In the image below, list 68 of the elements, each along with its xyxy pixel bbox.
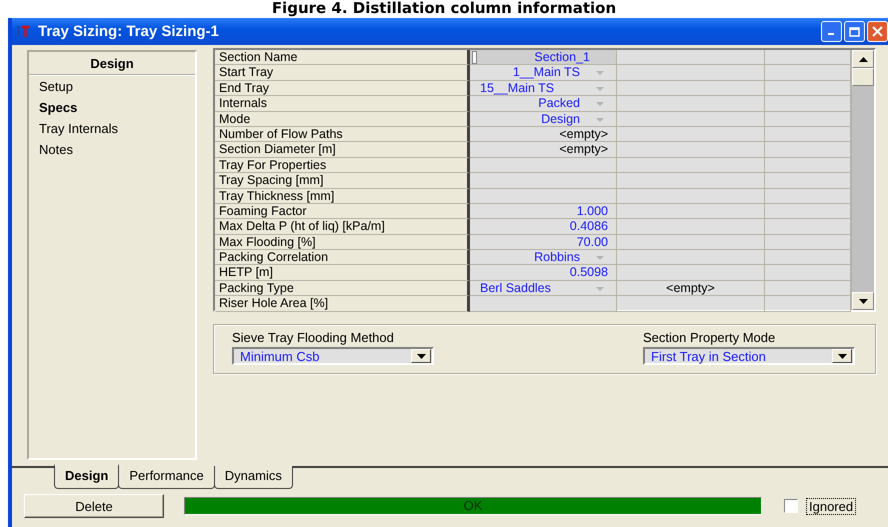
dropdown-field[interactable]: Minimum Csb bbox=[232, 347, 434, 365]
scroll-up-icon[interactable] bbox=[858, 56, 868, 62]
scroll-thumb[interactable] bbox=[852, 68, 874, 86]
checkbox-label[interactable]: Ignored bbox=[806, 498, 856, 514]
checkbox[interactable] bbox=[784, 499, 798, 513]
value-cell[interactable] bbox=[470, 158, 617, 174]
dropdown-field[interactable]: First Tray in Section bbox=[643, 347, 855, 365]
value-cell[interactable] bbox=[470, 296, 617, 312]
row-label: End Tray bbox=[215, 80, 470, 96]
value-cell[interactable]: Berl Saddles bbox=[470, 280, 617, 296]
row-label: Packing Type bbox=[215, 280, 470, 296]
value-cell[interactable]: 15__Main TS bbox=[470, 80, 617, 96]
value-cell[interactable]: 0.4086 bbox=[470, 219, 617, 235]
value-cell[interactable]: 0.5098 bbox=[470, 265, 617, 281]
value-cell[interactable]: Robbins bbox=[470, 250, 617, 266]
value-cell[interactable]: Design bbox=[470, 112, 617, 127]
nav-heading: Design bbox=[29, 52, 195, 76]
nav-item[interactable]: Notes bbox=[31, 140, 193, 160]
dropdown-arrow-icon[interactable] bbox=[416, 354, 426, 358]
field-label: Sieve Tray Flooding Method bbox=[232, 330, 395, 347]
scroll-down-button[interactable] bbox=[852, 292, 874, 310]
close-icon[interactable] bbox=[872, 26, 883, 37]
maximize-button[interactable] bbox=[844, 21, 865, 42]
tab[interactable]: Design bbox=[54, 464, 120, 489]
scrollbar[interactable] bbox=[851, 50, 874, 310]
focus-marker bbox=[472, 51, 477, 64]
value-cell[interactable]: <empty> bbox=[470, 126, 617, 142]
dropdown-arrow-icon[interactable] bbox=[838, 354, 846, 358]
scroll-up-button[interactable] bbox=[852, 50, 874, 68]
row-label: Max Flooding [%] bbox=[215, 234, 470, 250]
row-label: Section Name bbox=[215, 50, 470, 66]
delete-button[interactable]: Delete bbox=[24, 494, 164, 518]
tab[interactable]: Dynamics bbox=[214, 466, 293, 489]
row-label: Internals bbox=[215, 96, 470, 112]
nav-item[interactable]: Tray Internals bbox=[31, 119, 193, 139]
close-button[interactable] bbox=[867, 21, 888, 42]
tab[interactable]: Performance bbox=[118, 466, 215, 489]
value-cell[interactable]: 70.00 bbox=[470, 234, 617, 250]
row-label: HETP [m] bbox=[215, 265, 470, 281]
figure-caption: Figure 4. Distillation column information bbox=[270, 0, 618, 18]
app-icon bbox=[16, 25, 30, 38]
field-label: Section Property Mode bbox=[643, 330, 776, 347]
row-label: Tray Thickness [mm] bbox=[215, 188, 470, 204]
scroll-down-icon[interactable] bbox=[858, 298, 868, 304]
row-label: Packing Correlation bbox=[215, 250, 470, 266]
table-cell: <empty> bbox=[617, 280, 765, 296]
value-cell[interactable]: Section_1 bbox=[470, 50, 617, 66]
maximize-icon[interactable] bbox=[849, 26, 860, 36]
value-cell[interactable]: Packed bbox=[470, 96, 617, 112]
row-label: Start Tray bbox=[215, 65, 470, 81]
nav-item[interactable]: Specs bbox=[31, 98, 193, 118]
row-label: Tray Spacing [mm] bbox=[215, 173, 470, 189]
row-label: Riser Hole Area [%] bbox=[215, 296, 470, 312]
row-label: Foaming Factor bbox=[215, 204, 470, 220]
row-label: Number of Flow Paths bbox=[215, 126, 470, 142]
status-bar: OK bbox=[184, 497, 762, 515]
value-cell[interactable]: <empty> bbox=[470, 142, 617, 158]
value-cell[interactable] bbox=[470, 173, 617, 189]
row-label: Mode bbox=[215, 112, 470, 127]
nav-item[interactable]: Setup bbox=[31, 77, 193, 97]
row-label: Section Diameter [m] bbox=[215, 142, 470, 158]
minimize-button[interactable] bbox=[821, 21, 842, 42]
value-cell[interactable] bbox=[470, 188, 617, 204]
row-label: Tray For Properties bbox=[215, 158, 470, 174]
value-cell[interactable]: 1__Main TS bbox=[470, 65, 617, 81]
row-label: Max Delta P (ht of liq) [kPa/m] bbox=[215, 219, 470, 235]
window-title: Tray Sizing: Tray Sizing-1 bbox=[38, 23, 220, 40]
value-cell[interactable]: 1.000 bbox=[470, 204, 617, 220]
